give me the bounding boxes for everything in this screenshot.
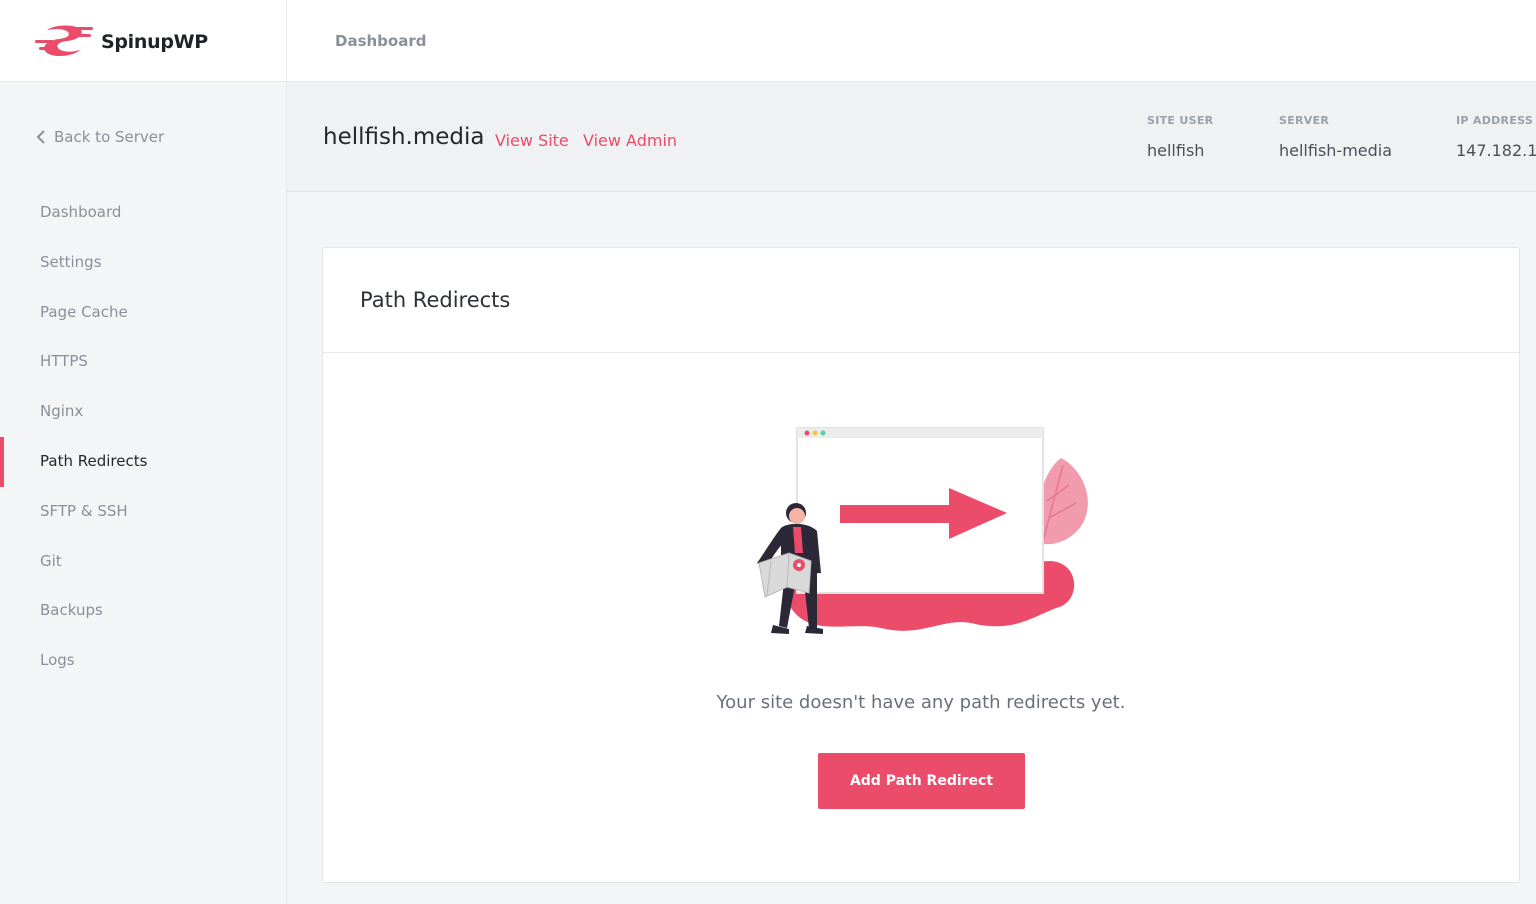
view-site-link[interactable]: View Site [495,131,569,150]
server-meta: SERVER hellfish-media [1279,114,1392,160]
site-user-value: hellfish [1147,141,1205,160]
sidebar-item-https[interactable]: HTTPS [0,337,287,387]
sidebar-item-nginx[interactable]: Nginx [0,387,287,437]
breadcrumb[interactable]: Dashboard [335,32,426,50]
spinupwp-logo-icon [35,25,93,57]
sidebar-item-path-redirects[interactable]: Path Redirects [0,436,287,487]
sidebar-nav: Dashboard Settings Page Cache HTTPS Ngin… [0,188,287,686]
sidebar-item-sftp-ssh[interactable]: SFTP & SSH [0,487,287,537]
back-to-server-link[interactable]: Back to Server [36,128,164,146]
site-user-meta: SITE USER hellfish [1147,114,1213,160]
view-admin-link[interactable]: View Admin [583,131,677,150]
sidebar-item-settings[interactable]: Settings [0,238,287,288]
site-header: hellfish.media View Site View Admin SITE… [287,82,1536,192]
sidebar-item-logs[interactable]: Logs [0,636,287,686]
sidebar-item-page-cache[interactable]: Page Cache [0,288,287,338]
server-label: SERVER [1279,114,1330,127]
card-title: Path Redirects [360,288,511,312]
back-to-server-label: Back to Server [54,128,165,146]
ip-address-label: IP ADDRESS [1456,114,1534,127]
sidebar-item-git[interactable]: Git [0,537,287,587]
sidebar: Back to Server Dashboard Settings Page C… [0,82,287,904]
card-header: Path Redirects [323,248,1519,353]
ip-address-meta: IP ADDRESS 147.182.18 [1456,114,1536,160]
ip-address-value: 147.182.18 [1456,141,1536,160]
logo[interactable]: SpinupWP [0,0,287,82]
logo-text: SpinupWP [101,31,208,53]
site-name: hellfish.media [323,124,485,150]
site-user-label: SITE USER [1147,114,1214,127]
sidebar-item-dashboard[interactable]: Dashboard [0,188,287,238]
empty-state-message: Your site doesn't have any path redirect… [716,692,1126,713]
add-path-redirect-button[interactable]: Add Path Redirect [818,753,1025,809]
redirect-illustration [757,427,1088,634]
server-value: hellfish-media [1279,141,1393,160]
chevron-left-icon [36,130,45,144]
sidebar-item-backups[interactable]: Backups [0,586,287,636]
top-bar: SpinupWP Dashboard [0,0,1536,82]
path-redirects-card: Path Redirects Your site doesn't have an… [322,247,1520,883]
